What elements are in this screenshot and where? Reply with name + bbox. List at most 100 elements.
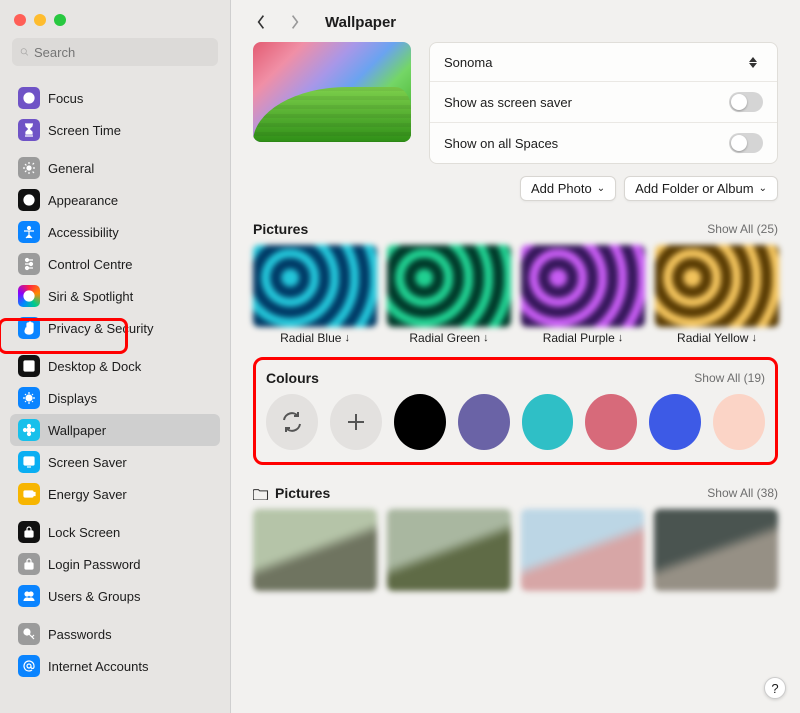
- wallpaper-preview[interactable]: [253, 42, 411, 142]
- sidebar-item-label: Users & Groups: [48, 589, 140, 604]
- colour-swatch[interactable]: [713, 394, 765, 450]
- sidebar-item-label: Screen Time: [48, 123, 121, 138]
- sidebar-item-label: Appearance: [48, 193, 118, 208]
- moon-icon: [18, 87, 40, 109]
- user-photo-thumb[interactable]: [253, 509, 377, 591]
- sidebar-item-energy-saver[interactable]: Energy Saver: [10, 478, 220, 510]
- allspaces-toggle[interactable]: [729, 133, 763, 153]
- content-scroll[interactable]: Sonoma Show as screen saver Show on all …: [231, 42, 800, 713]
- sidebar-item-label: Internet Accounts: [48, 659, 148, 674]
- sidebar-item-accessibility[interactable]: Accessibility: [10, 216, 220, 248]
- wallpaper-thumb[interactable]: Radial Blue↓: [253, 245, 377, 345]
- sidebar-item-wallpaper[interactable]: Wallpaper: [10, 414, 220, 446]
- screensaver-toggle-row: Show as screen saver: [430, 82, 777, 123]
- sidebar-item-label: Login Password: [48, 557, 141, 572]
- back-button[interactable]: [251, 12, 271, 32]
- zoom-window-button[interactable]: [54, 14, 66, 26]
- user-photo-thumb[interactable]: [387, 509, 511, 591]
- download-icon: ↓: [618, 332, 624, 344]
- colour-swatch[interactable]: [394, 394, 446, 450]
- sidebar: Focus Screen Time General Appearance Accessi…: [0, 0, 231, 713]
- toolbar: Wallpaper: [231, 0, 800, 42]
- add-photo-button[interactable]: Add Photo ⌄: [520, 176, 616, 201]
- sidebar-list[interactable]: Focus Screen Time General Appearance Accessi…: [0, 76, 230, 713]
- pictures-folder-title: Pictures: [253, 485, 330, 501]
- sidebar-item-label: Screen Saver: [48, 455, 127, 470]
- access-icon: [18, 221, 40, 243]
- sidebar-item-label: Lock Screen: [48, 525, 120, 540]
- user-photo-thumb[interactable]: [654, 509, 778, 591]
- sidebar-item-appearance[interactable]: Appearance: [10, 184, 220, 216]
- sidebar-item-siri-spotlight[interactable]: Siri & Spotlight: [10, 280, 220, 312]
- dropdown-arrows-icon: [749, 53, 763, 71]
- allspaces-toggle-row: Show on all Spaces: [430, 123, 777, 163]
- sidebar-item-users-groups[interactable]: Users & Groups: [10, 580, 220, 612]
- download-icon: ↓: [751, 332, 757, 344]
- pictures-showall[interactable]: Show All (25): [707, 222, 778, 236]
- sidebar-item-control-centre[interactable]: Control Centre: [10, 248, 220, 280]
- close-window-button[interactable]: [14, 14, 26, 26]
- sidebar-item-screen-saver[interactable]: Screen Saver: [10, 446, 220, 478]
- add-folder-label: Add Folder or Album: [635, 181, 754, 196]
- wallpaper-thumb-caption: Radial Blue↓: [280, 331, 350, 345]
- colour-swatch[interactable]: [522, 394, 574, 450]
- chevron-down-icon: ⌄: [597, 183, 605, 194]
- sun-icon: [18, 387, 40, 409]
- add-photo-label: Add Photo: [531, 181, 592, 196]
- at-icon: [18, 655, 40, 677]
- padlock-icon: [18, 521, 40, 543]
- colour-swatch[interactable]: [585, 394, 637, 450]
- pictures-folder-showall[interactable]: Show All (38): [707, 486, 778, 500]
- dock-icon: [18, 355, 40, 377]
- wallpaper-settings: Sonoma Show as screen saver Show on all …: [429, 42, 778, 164]
- screensaver-toggle-label: Show as screen saver: [444, 95, 572, 110]
- sidebar-item-label: Desktop & Dock: [48, 359, 141, 374]
- shuffle-colours-button[interactable]: [266, 394, 318, 450]
- sidebar-item-label: Control Centre: [48, 257, 133, 272]
- window-controls: [0, 10, 230, 38]
- chevron-down-icon: ⌄: [759, 183, 767, 194]
- colours-showall[interactable]: Show All (19): [694, 371, 765, 385]
- add-folder-button[interactable]: Add Folder or Album ⌄: [624, 176, 778, 201]
- minimize-window-button[interactable]: [34, 14, 46, 26]
- sidebar-item-passwords[interactable]: Passwords: [10, 618, 220, 650]
- help-button[interactable]: ?: [764, 677, 786, 699]
- sidebar-item-login-password[interactable]: Login Password: [10, 548, 220, 580]
- user-photo-thumb[interactable]: [521, 509, 645, 591]
- sidebar-item-label: Energy Saver: [48, 487, 127, 502]
- colours-section: Colours Show All (19): [253, 357, 778, 465]
- highlight-box-sidebar: [0, 318, 128, 354]
- lock-icon: [18, 553, 40, 575]
- pictures-folder-section: Pictures Show All (38): [253, 485, 778, 591]
- sidebar-item-label: Siri & Spotlight: [48, 289, 133, 304]
- pictures-title: Pictures: [253, 221, 308, 237]
- sidebar-item-screen-time[interactable]: Screen Time: [10, 114, 220, 146]
- search-field[interactable]: [12, 38, 218, 66]
- colour-swatch[interactable]: [649, 394, 701, 450]
- search-input[interactable]: [34, 45, 210, 60]
- sidebar-item-label: Focus: [48, 91, 83, 106]
- sidebar-item-label: Accessibility: [48, 225, 119, 240]
- download-icon: ↓: [483, 332, 489, 344]
- sidebar-item-internet-accounts[interactable]: Internet Accounts: [10, 650, 220, 682]
- wallpaper-thumb[interactable]: Radial Green↓: [387, 245, 511, 345]
- wallpaper-thumb[interactable]: Radial Purple↓: [521, 245, 645, 345]
- sidebar-item-displays[interactable]: Displays: [10, 382, 220, 414]
- add-colour-button[interactable]: [330, 394, 382, 450]
- colour-swatch[interactable]: [458, 394, 510, 450]
- wallpaper-thumb-image: [655, 245, 779, 327]
- sidebar-item-label: Passwords: [48, 627, 112, 642]
- wallpaper-thumb-caption: Radial Yellow↓: [677, 331, 757, 345]
- sliders-icon: [18, 253, 40, 275]
- users-icon: [18, 585, 40, 607]
- sidebar-item-lock-screen[interactable]: Lock Screen: [10, 516, 220, 548]
- forward-button[interactable]: [285, 12, 305, 32]
- wallpaper-name-dropdown[interactable]: Sonoma: [430, 43, 777, 82]
- wallpaper-thumb[interactable]: Radial Yellow↓: [655, 245, 779, 345]
- screensaver-toggle[interactable]: [729, 92, 763, 112]
- sidebar-item-desktop-dock[interactable]: Desktop & Dock: [10, 350, 220, 382]
- wallpaper-name: Sonoma: [444, 55, 492, 70]
- sidebar-item-focus[interactable]: Focus: [10, 82, 220, 114]
- sidebar-item-general[interactable]: General: [10, 152, 220, 184]
- wallpaper-thumb-caption: Radial Purple↓: [543, 331, 624, 345]
